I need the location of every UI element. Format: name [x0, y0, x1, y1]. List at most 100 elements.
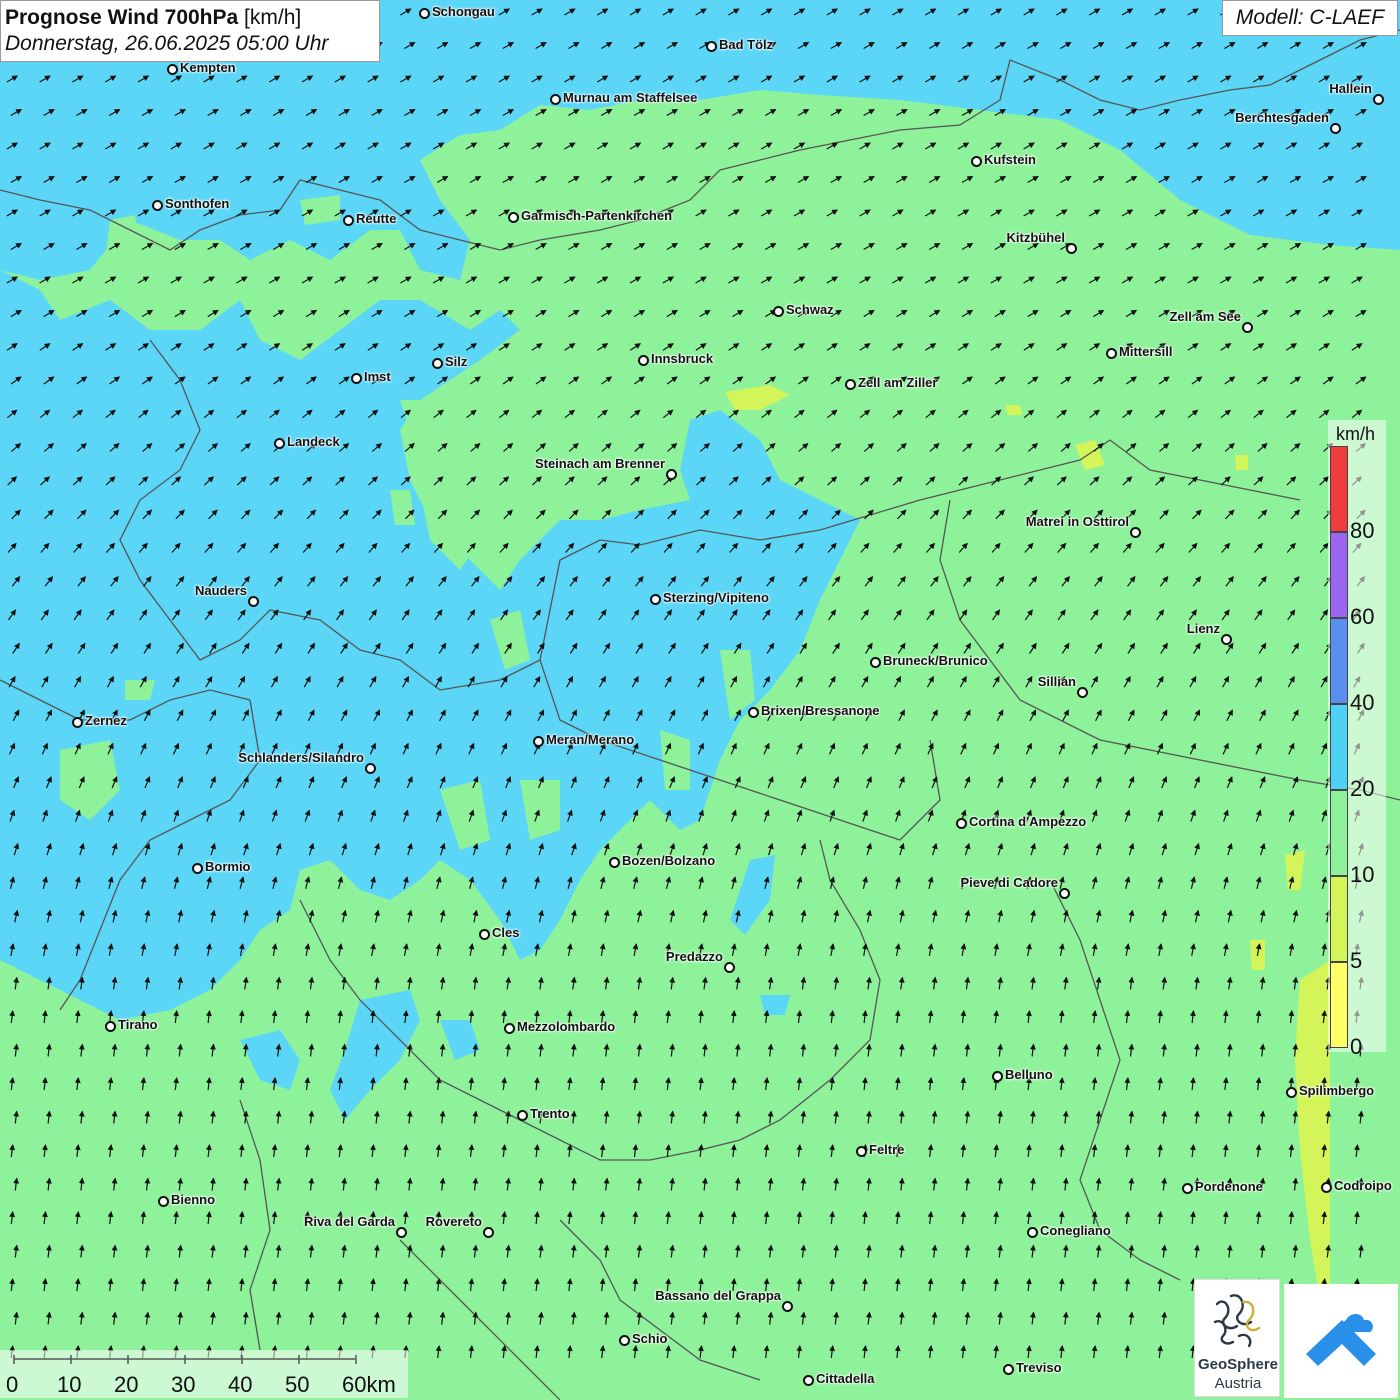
city-marker: [550, 94, 561, 105]
city-marker: [105, 1021, 116, 1032]
scale-bar: 0 10 20 30 40 50 60km: [0, 1350, 408, 1398]
city-marker: [1077, 687, 1088, 698]
legend-swatch: [1330, 446, 1348, 532]
city-label: Sillian: [1037, 674, 1076, 689]
city-label: Berchtesgaden: [1235, 110, 1329, 125]
city-marker: [517, 1110, 528, 1121]
city-marker: [803, 1375, 814, 1386]
legend-label: 5: [1350, 948, 1363, 973]
legend-swatch: [1330, 962, 1348, 1048]
legend-swatch: [1330, 704, 1348, 790]
city-label: Schwaz: [786, 302, 834, 317]
city-label: Kufstein: [984, 152, 1036, 167]
city-marker: [72, 717, 83, 728]
city-marker: [1003, 1364, 1014, 1375]
geosphere-emblem-icon: [1213, 1294, 1261, 1348]
city-label: Imst: [364, 369, 391, 384]
city-marker: [845, 379, 856, 390]
city-marker: [782, 1301, 793, 1312]
city-marker: [1373, 94, 1384, 105]
city-label: Pieve di Cadore: [960, 875, 1058, 890]
city-label: Bozen/Bolzano: [622, 853, 716, 868]
title-panel: Prognose Wind 700hPa [km/h] Donnerstag, …: [0, 0, 380, 62]
city-label: Schio: [632, 1331, 668, 1346]
city-label: Conegliano: [1040, 1223, 1111, 1238]
city-label: Innsbruck: [651, 351, 714, 366]
scale-label: 0: [6, 1372, 19, 1397]
geosphere-logo[interactable]: GeoSphere Austria: [1194, 1279, 1280, 1397]
city-label: Cortina d'Ampezzo: [969, 814, 1087, 829]
scale-label: 30: [171, 1372, 196, 1397]
city-marker: [1182, 1183, 1193, 1194]
city-marker: [971, 156, 982, 167]
city-label: Trento: [530, 1106, 570, 1121]
legend-label: 0: [1350, 1034, 1363, 1059]
city-marker: [479, 929, 490, 940]
city-marker: [351, 373, 362, 384]
city-label: Nauders: [194, 583, 247, 598]
city-label: Feltre: [869, 1142, 905, 1157]
legend-label: 80: [1350, 518, 1375, 543]
city-marker: [638, 355, 649, 366]
city-marker: [1330, 123, 1341, 134]
city-label: Zell am See: [1169, 309, 1241, 324]
city-label: Spilimbergo: [1299, 1083, 1375, 1098]
city-marker: [343, 215, 354, 226]
city-label: Bassano del Grappa: [655, 1288, 781, 1303]
city-marker: [1221, 634, 1232, 645]
legend-swatch: [1330, 618, 1348, 704]
city-label: Belluno: [1005, 1067, 1053, 1082]
city-marker: [533, 736, 544, 747]
city-marker: [773, 306, 784, 317]
legend-label: 10: [1350, 862, 1375, 887]
legend-swatch: [1330, 876, 1348, 962]
city-label: Predazzo: [665, 949, 723, 964]
city-marker: [158, 1196, 169, 1207]
geosphere-name: GeoSphere: [1197, 1356, 1279, 1373]
city-marker: [365, 763, 376, 774]
city-label: Murnau am Staffelsee: [563, 90, 698, 105]
legend-label: 60: [1350, 604, 1375, 629]
city-marker: [419, 8, 430, 19]
scale-label: 60km: [342, 1372, 396, 1397]
weather-app-logo[interactable]: [1284, 1284, 1398, 1398]
city-marker: [724, 962, 735, 973]
legend-swatch: [1330, 532, 1348, 618]
city-label: Bruneck/Brunico: [883, 653, 988, 668]
city-label: Kitzbühel: [1006, 230, 1066, 245]
city-label: Rovereto: [425, 1214, 482, 1229]
city-label: Landeck: [287, 434, 340, 449]
legend-label: 20: [1350, 776, 1375, 801]
city-marker: [508, 212, 519, 223]
city-marker: [1027, 1227, 1038, 1238]
city-label: Brixen/Bressanone: [761, 703, 880, 718]
scale-label: 40: [228, 1372, 253, 1397]
weather-app-icon: [1306, 1314, 1376, 1366]
city-marker: [1242, 322, 1253, 333]
city-marker: [1059, 888, 1070, 899]
city-label: Cles: [492, 925, 520, 940]
city-label: Lienz: [1186, 621, 1220, 636]
city-label: Sterzing/Vipiteno: [663, 590, 769, 605]
city-marker: [1066, 243, 1077, 254]
wind-forecast-map: Schongau Bad Tölz Kempten Murnau am Staffel…: [0, 0, 1400, 1400]
color-legend: km/h 80 60 40 20 10 5 0: [1328, 420, 1386, 1059]
city-marker: [483, 1227, 494, 1238]
city-marker: [1130, 527, 1141, 538]
forecast-date: Donnerstag, 26.06.2025 05:00 Uhr: [5, 32, 329, 55]
city-label: Zernez: [85, 713, 127, 728]
city-marker: [956, 818, 967, 829]
city-marker: [274, 438, 285, 449]
legend-swatch: [1330, 790, 1348, 876]
city-label: Reutte: [356, 211, 397, 226]
model-label: Modell: C-LAEF: [1222, 0, 1398, 36]
city-label: Schongau: [432, 4, 495, 19]
city-marker: [248, 596, 259, 607]
city-label: Steinach am Brenner: [534, 456, 665, 471]
page-title: Prognose Wind 700hPa [km/h]: [5, 5, 375, 31]
city-label: Garmisch-Partenkirchen: [521, 208, 673, 223]
geosphere-sub: Austria: [1214, 1375, 1262, 1392]
city-marker: [650, 594, 661, 605]
city-label: Bienno: [171, 1192, 216, 1207]
city-marker: [152, 200, 163, 211]
